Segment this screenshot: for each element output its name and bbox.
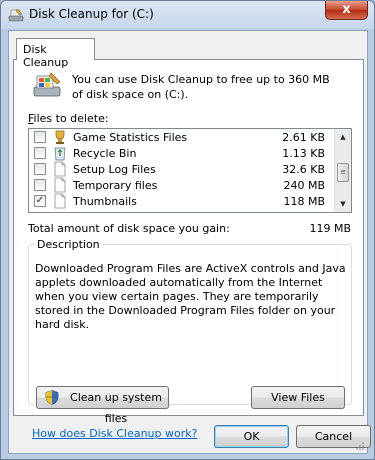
window-title: Disk Cleanup for (C:) xyxy=(29,7,154,21)
file-name: Thumbnails xyxy=(73,195,137,208)
list-scrollbar[interactable]: ▲ ≡ ▼ xyxy=(334,129,351,212)
list-item[interactable]: ✓ Thumbnails 118 MB xyxy=(29,193,333,209)
file-icon xyxy=(54,177,66,193)
game-stats-icon xyxy=(55,130,65,144)
disk-cleanup-window: Disk Cleanup for (C:) x Disk Cleanup You… xyxy=(0,0,375,460)
dialog-client-area: Disk Cleanup You can use Disk Cleanup to… xyxy=(8,30,371,454)
help-link[interactable]: How does Disk Cleanup work? xyxy=(32,427,197,440)
list-item[interactable]: Temporary files 240 MB xyxy=(29,177,333,193)
ok-button[interactable]: OK xyxy=(214,425,289,448)
description-text: Downloaded Program Files are ActiveX con… xyxy=(35,262,346,331)
list-item[interactable]: Recycle Bin 1.13 KB xyxy=(29,145,333,161)
file-size: 2.61 KB xyxy=(282,131,325,144)
close-icon: x xyxy=(342,2,351,17)
file-icon xyxy=(54,193,66,209)
titlebar[interactable]: Disk Cleanup for (C:) x xyxy=(1,1,374,29)
file-name: Game Statistics Files xyxy=(73,131,188,144)
file-size: 118 MB xyxy=(283,195,325,208)
clean-up-system-files-label: Clean up system files xyxy=(70,391,162,425)
file-size: 32.6 KB xyxy=(282,163,325,176)
file-name: Temporary files xyxy=(73,179,158,192)
disk-cleanup-icon xyxy=(8,8,24,22)
file-size: 1.13 KB xyxy=(282,147,325,160)
tab-disk-cleanup[interactable]: Disk Cleanup xyxy=(16,38,95,69)
scroll-thumb[interactable]: ≡ xyxy=(337,163,349,182)
disk-cleanup-large-icon xyxy=(33,72,61,97)
files-list[interactable]: Game Statistics Files 2.61 KB Recycle Bi… xyxy=(28,128,352,213)
files-label-rest: iles to delete: xyxy=(33,112,109,125)
intro-text: You can use Disk Cleanup to free up to 3… xyxy=(72,73,330,101)
view-files-button[interactable]: View Files xyxy=(251,386,345,409)
total-value: 119 MB xyxy=(309,222,351,235)
list-item[interactable]: Setup Log Files 32.6 KB xyxy=(29,161,333,177)
file-icon xyxy=(54,161,66,177)
files-to-delete-label: Files to delete: xyxy=(28,112,109,125)
file-size: 240 MB xyxy=(283,179,325,192)
description-title: Description xyxy=(35,238,102,251)
checkbox[interactable] xyxy=(34,179,46,191)
checkbox-checked[interactable]: ✓ xyxy=(34,195,46,207)
uac-shield-icon xyxy=(45,390,59,405)
resize-grip-icon[interactable] xyxy=(355,441,365,451)
checkbox[interactable] xyxy=(34,163,46,175)
total-label: Total amount of disk space you gain: xyxy=(28,222,230,235)
file-name: Recycle Bin xyxy=(73,147,137,160)
recycle-bin-icon xyxy=(54,147,66,161)
list-item[interactable]: Game Statistics Files 2.61 KB xyxy=(29,129,333,145)
scroll-down-arrow-icon[interactable]: ▼ xyxy=(335,196,351,212)
scroll-up-arrow-icon[interactable]: ▲ xyxy=(335,129,351,145)
file-name: Setup Log Files xyxy=(73,163,156,176)
tab-panel: You can use Disk Cleanup to free up to 3… xyxy=(13,59,364,425)
checkbox[interactable] xyxy=(34,147,46,159)
clean-up-system-files-button[interactable]: Clean up system files xyxy=(36,386,169,425)
checkbox[interactable] xyxy=(34,131,46,143)
close-button[interactable]: x xyxy=(325,1,368,20)
description-group: Description Downloaded Program Files are… xyxy=(28,238,352,405)
